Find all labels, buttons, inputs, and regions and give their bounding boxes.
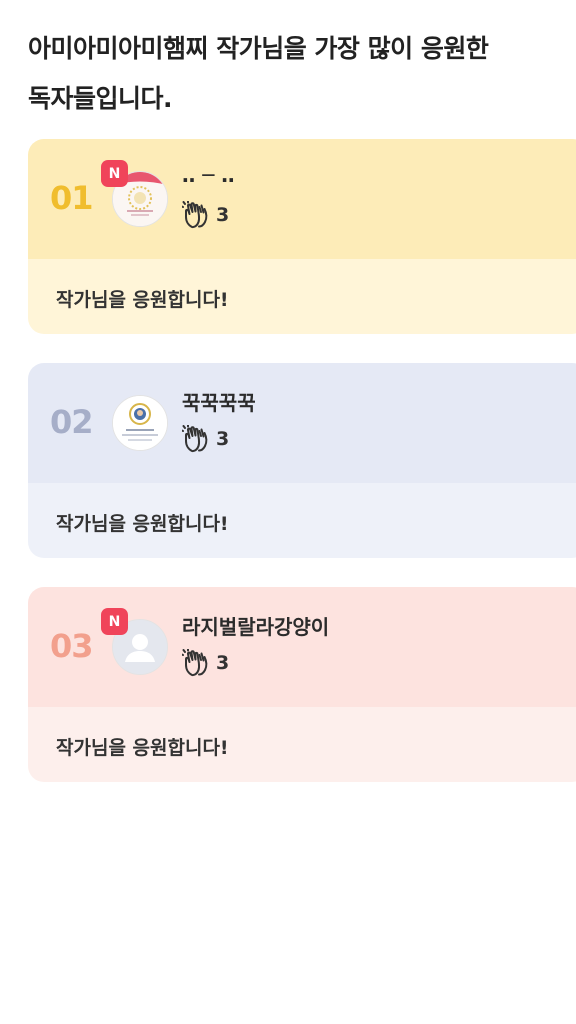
reader-card-2[interactable]: 02 꾹꾹꾹꾹 3 작가님을 응원합니다! [28, 363, 576, 558]
new-badge: N [101, 608, 128, 635]
reader-name[interactable]: ‥ ─ ‥ [182, 163, 235, 187]
support-message: 작가님을 응원합니다! [56, 289, 229, 311]
clap-count-row: 3 [182, 425, 229, 453]
clap-icon [182, 425, 208, 453]
clap-count-row: 3 [182, 201, 229, 229]
clap-count: 3 [216, 204, 230, 226]
avatar[interactable] [112, 395, 168, 451]
reader-name[interactable]: 꾹꾹꾹꾹 [182, 387, 256, 416]
clap-icon [182, 201, 208, 229]
reader-card-3[interactable]: 03 N 라지벌랄라강양이 3 작가님을 응원합니다! [28, 587, 576, 782]
rank-number: 01 [50, 179, 94, 217]
profile-photo-emblem-icon [113, 396, 167, 450]
support-message: 작가님을 응원합니다! [56, 513, 229, 535]
reader-card-3-header [28, 587, 576, 707]
clap-count: 3 [216, 428, 230, 450]
clap-icon [182, 649, 208, 677]
clap-count-row: 3 [182, 649, 229, 677]
clap-count: 3 [216, 652, 230, 674]
reader-name[interactable]: 라지벌랄라강양이 [182, 611, 329, 640]
rank-number: 02 [50, 403, 94, 441]
rank-number: 03 [50, 627, 94, 665]
page-heading: 아미아미아미햄찌 작가님을 가장 많이 응원한 독자들입니다. [28, 34, 489, 113]
reader-card-2-header [28, 363, 576, 483]
support-message: 작가님을 응원합니다! [56, 737, 229, 759]
reader-card-1[interactable]: 01 N ‥ ─ ‥ 3 작가님을 응원합니다! [28, 139, 576, 334]
reader-card-1-header [28, 139, 576, 259]
new-badge: N [101, 160, 128, 187]
